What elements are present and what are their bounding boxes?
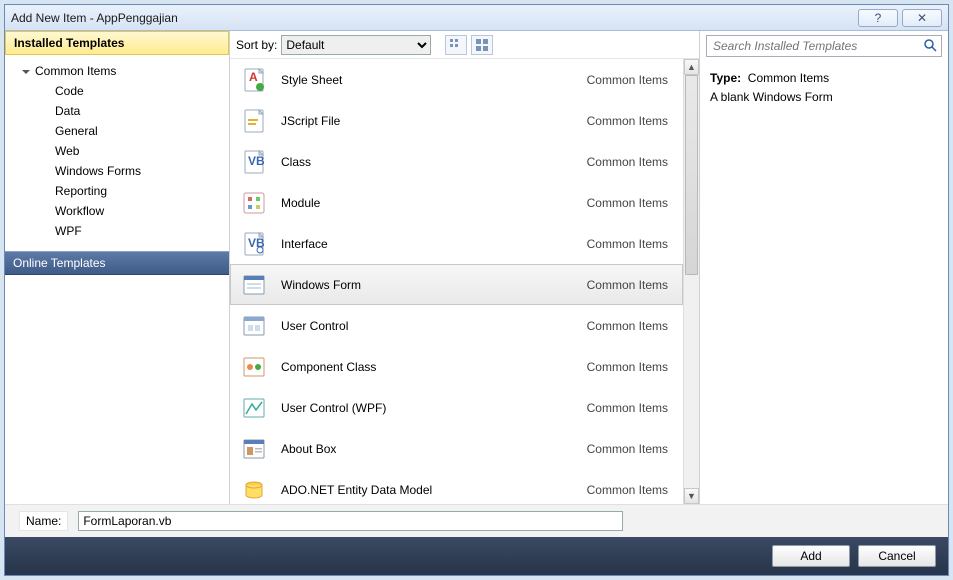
name-bar: Name:	[5, 504, 948, 537]
tree-root-common-items[interactable]: Common Items	[15, 61, 229, 81]
tree-item-reporting[interactable]: Reporting	[15, 181, 229, 201]
template-item-category: Common Items	[587, 196, 672, 210]
template-item-category: Common Items	[587, 483, 672, 497]
name-label: Name:	[19, 511, 68, 531]
template-item-class[interactable]: VB ClassCommon Items	[230, 141, 683, 182]
template-item-category: Common Items	[587, 401, 672, 415]
stylesheet-icon: A	[241, 67, 267, 93]
view-small-icons-button[interactable]	[445, 35, 467, 55]
template-item-name: Interface	[281, 237, 587, 251]
titlebar: Add New Item - AppPenggajian ? ✕	[5, 5, 948, 31]
about-icon	[241, 436, 267, 462]
template-item-category: Common Items	[587, 237, 672, 251]
template-item-name: Class	[281, 155, 587, 169]
dialog-footer: Add Cancel	[5, 537, 948, 575]
sort-by-label: Sort by:	[236, 38, 277, 52]
template-item-category: Common Items	[587, 442, 672, 456]
top-area: Installed Templates Common Items CodeDat…	[5, 31, 948, 504]
template-item-category: Common Items	[587, 278, 672, 292]
template-item-style-sheet[interactable]: A Style SheetCommon Items	[230, 59, 683, 100]
list-scrollbar[interactable]: ▲ ▼	[683, 59, 699, 504]
template-tree: Common Items CodeDataGeneralWebWindows F…	[5, 55, 229, 251]
template-item-category: Common Items	[587, 114, 672, 128]
template-item-jscript-file[interactable]: JScript FileCommon Items	[230, 100, 683, 141]
cancel-button[interactable]: Cancel	[858, 545, 936, 567]
add-button[interactable]: Add	[772, 545, 850, 567]
template-item-name: Windows Form	[281, 278, 587, 292]
template-item-windows-form[interactable]: Windows FormCommon Items	[230, 264, 683, 305]
scroll-thumb[interactable]	[685, 75, 698, 275]
template-item-user-control-wpf-[interactable]: User Control (WPF)Common Items	[230, 387, 683, 428]
form-icon	[241, 272, 267, 298]
type-label: Type:	[710, 71, 741, 85]
template-item-category: Common Items	[587, 155, 672, 169]
help-button[interactable]: ?	[858, 9, 898, 27]
template-item-name: About Box	[281, 442, 587, 456]
template-item-ado-net-entity-data-model[interactable]: ADO.NET Entity Data ModelCommon Items	[230, 469, 683, 504]
dialog-window: Add New Item - AppPenggajian ? ✕ Install…	[4, 4, 949, 576]
wpfuc-icon	[241, 395, 267, 421]
dialog-body: Installed Templates Common Items CodeDat…	[5, 31, 948, 575]
template-item-name: User Control (WPF)	[281, 401, 587, 415]
class-icon: VB	[241, 149, 267, 175]
template-list-panel: Sort by: Default AStyle SheetCommon Item…	[230, 31, 700, 504]
usercontrol-icon	[241, 313, 267, 339]
sidebar: Installed Templates Common Items CodeDat…	[5, 31, 230, 504]
template-item-name: JScript File	[281, 114, 587, 128]
tree-item-data[interactable]: Data	[15, 101, 229, 121]
search-input[interactable]	[711, 38, 923, 54]
tree-root-label: Common Items	[35, 64, 116, 78]
module-icon	[241, 190, 267, 216]
svg-text:VB: VB	[248, 154, 265, 168]
installed-templates-header[interactable]: Installed Templates	[5, 31, 229, 55]
component-icon	[241, 354, 267, 380]
search-icon[interactable]	[923, 38, 937, 55]
tree-item-workflow[interactable]: Workflow	[15, 201, 229, 221]
svg-text:A: A	[249, 70, 258, 84]
description-text: A blank Windows Form	[710, 88, 938, 107]
template-item-category: Common Items	[587, 360, 672, 374]
tree-item-windows-forms[interactable]: Windows Forms	[15, 161, 229, 181]
template-item-name: User Control	[281, 319, 587, 333]
ado-icon	[241, 477, 267, 503]
template-description: Type: Common Items A blank Windows Form	[700, 61, 948, 115]
template-item-about-box[interactable]: About BoxCommon Items	[230, 428, 683, 469]
type-value: Common Items	[748, 71, 829, 85]
search-box[interactable]	[706, 35, 942, 57]
tree-item-code[interactable]: Code	[15, 81, 229, 101]
tree-item-general[interactable]: General	[15, 121, 229, 141]
template-item-name: Module	[281, 196, 587, 210]
close-button[interactable]: ✕	[902, 9, 942, 27]
template-item-category: Common Items	[587, 319, 672, 333]
template-item-interface[interactable]: VB InterfaceCommon Items	[230, 223, 683, 264]
template-item-category: Common Items	[587, 73, 672, 87]
template-item-name: ADO.NET Entity Data Model	[281, 483, 587, 497]
list-toolbar: Sort by: Default	[230, 31, 699, 59]
details-panel: Type: Common Items A blank Windows Form	[700, 31, 948, 504]
template-item-name: Component Class	[281, 360, 587, 374]
name-input[interactable]	[78, 511, 623, 531]
scroll-down-button[interactable]: ▼	[684, 488, 699, 504]
template-list: AStyle SheetCommon ItemsJScript FileComm…	[230, 59, 699, 504]
window-title: Add New Item - AppPenggajian	[11, 11, 854, 25]
view-medium-icons-button[interactable]	[471, 35, 493, 55]
sort-by-select[interactable]: Default	[281, 35, 431, 55]
template-item-name: Style Sheet	[281, 73, 587, 87]
collapse-arrow-icon	[21, 66, 31, 76]
scroll-up-button[interactable]: ▲	[684, 59, 699, 75]
online-templates-header[interactable]: Online Templates	[5, 251, 229, 275]
template-item-user-control[interactable]: User ControlCommon Items	[230, 305, 683, 346]
template-item-component-class[interactable]: Component ClassCommon Items	[230, 346, 683, 387]
interface-icon: VB	[241, 231, 267, 257]
template-item-module[interactable]: ModuleCommon Items	[230, 182, 683, 223]
tree-item-wpf[interactable]: WPF	[15, 221, 229, 241]
tree-item-web[interactable]: Web	[15, 141, 229, 161]
jscript-icon	[241, 108, 267, 134]
